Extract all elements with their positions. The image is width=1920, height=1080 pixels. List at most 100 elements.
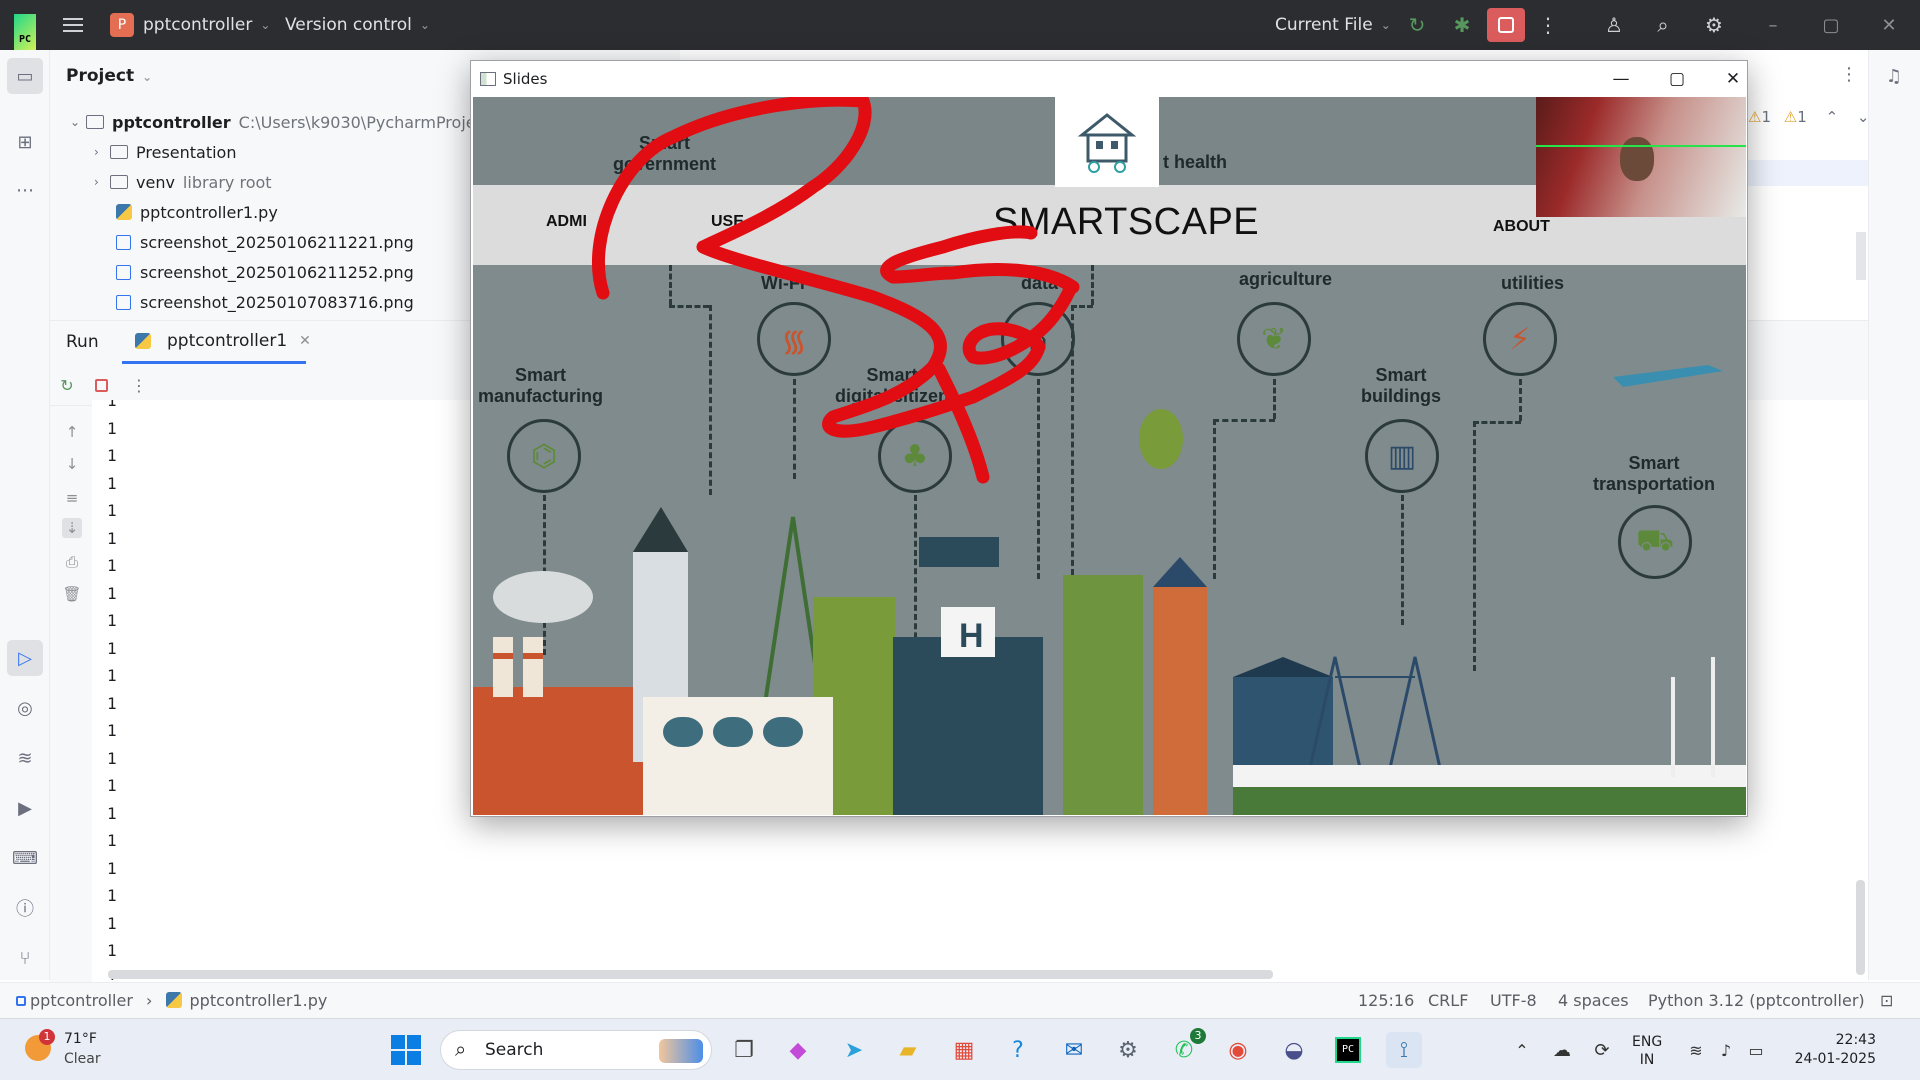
python-taskbar-icon[interactable]: ⟟ (1386, 1032, 1422, 1068)
tree-item-screenshot-3[interactable]: screenshot_20250107083716.png (116, 288, 414, 316)
tree-item-venv[interactable]: › venv library root (94, 168, 272, 196)
tree-item-screenshot-2[interactable]: screenshot_20250106211252.png (116, 258, 414, 286)
run-tool-icon[interactable]: ▷ (7, 640, 43, 676)
run-configuration-selector[interactable]: Current File ⌄ (1275, 0, 1391, 50)
project-switcher-label: pptcontroller (143, 15, 253, 35)
console-line: 1 (107, 913, 117, 933)
notifications-bell-icon[interactable]: ♫ (1882, 64, 1906, 88)
project-switcher[interactable]: pptcontroller ⌄ (143, 0, 270, 50)
arrow-down-icon[interactable]: ↓ (62, 454, 82, 474)
soft-wrap-icon[interactable]: ≡ (62, 488, 82, 508)
chevron-up-icon[interactable]: ⌃ (1826, 108, 1839, 126)
services-icon[interactable]: ▶ (13, 796, 37, 820)
tree-item-screenshot-1[interactable]: screenshot_20250106211221.png (116, 228, 414, 256)
console-line: 1 (107, 583, 117, 603)
restore-icon[interactable]: ▢ (1808, 0, 1854, 50)
battery-icon[interactable]: ▭ (1738, 1032, 1774, 1068)
chevron-up-icon[interactable]: ⌃ (1504, 1032, 1540, 1068)
close-tab-icon[interactable]: ✕ (299, 333, 311, 349)
console-line: 1 (107, 748, 117, 768)
lock-icon[interactable]: ⊡ (1880, 991, 1893, 1010)
python-console-icon[interactable]: ◎ (13, 696, 37, 720)
inspection-widget[interactable]: ⚠1 ⚠1 ⌃ ⌄ (1748, 108, 1870, 126)
project-panel-title[interactable]: Project ⌄ (66, 66, 152, 86)
rerun-icon[interactable]: ↻ (56, 374, 78, 396)
breadcrumb-project[interactable]: pptcontroller (30, 991, 133, 1010)
main-menu-icon[interactable] (60, 0, 86, 50)
search-icon[interactable]: ⌕ (1648, 0, 1678, 50)
eclipse-icon[interactable]: ◒ (1276, 1032, 1312, 1068)
breadcrumb-file[interactable]: pptcontroller1.py (190, 991, 328, 1010)
whatsapp-icon[interactable]: ✆ 3 (1166, 1028, 1206, 1068)
folder-icon (110, 175, 128, 189)
minimize-icon[interactable]: — (1601, 65, 1641, 93)
python-interpreter[interactable]: Python 3.12 (pptcontroller) (1648, 991, 1865, 1010)
git-branch-icon[interactable]: ⑂ (13, 946, 37, 970)
microsoft-store-icon[interactable]: ▦ (946, 1032, 982, 1068)
version-control-menu[interactable]: Version control ⌄ (285, 0, 430, 50)
windows-start-icon[interactable] (388, 1032, 424, 1068)
more-actions-icon[interactable]: ⋮ (128, 374, 150, 396)
tree-item-presentation[interactable]: › Presentation (94, 138, 236, 166)
taskbar-search[interactable]: ⌕ Search (440, 1030, 712, 1070)
copilot-icon[interactable]: ◆ (780, 1032, 816, 1068)
more-actions-icon[interactable]: ⋮ (1533, 0, 1563, 50)
horizontal-scrollbar[interactable] (108, 970, 1273, 979)
console-line: 1 (107, 400, 117, 410)
maximize-icon[interactable]: ▢ (1657, 65, 1697, 93)
weather-alert-badge: 1 (39, 1029, 55, 1045)
outlook-icon[interactable]: ✉ (1056, 1032, 1092, 1068)
editor-scrollbar[interactable] (1856, 232, 1866, 280)
close-icon[interactable]: ✕ (1713, 65, 1753, 93)
terminal-icon[interactable]: ⌨ (12, 846, 38, 870)
line-separator[interactable]: CRLF (1428, 991, 1468, 1010)
folder-icon (86, 115, 104, 129)
rerun-icon[interactable]: ↻ (1402, 0, 1432, 50)
add-user-icon[interactable]: ♙ (1599, 0, 1629, 50)
windows-logo-icon (391, 1035, 421, 1065)
problems-icon[interactable]: ⓘ (13, 896, 37, 920)
more-tools-icon[interactable]: ⋯ (13, 178, 37, 202)
weather-widget[interactable]: 1 71°F Clear (20, 1029, 140, 1071)
settings-gear-icon[interactable]: ⚙ (1110, 1032, 1146, 1068)
debug-icon[interactable]: ✱ (1447, 0, 1477, 50)
tree-item-label: screenshot_20250106211252.png (140, 262, 414, 282)
indent-setting[interactable]: 4 spaces (1558, 991, 1629, 1010)
folder-icon (110, 145, 128, 159)
structure-icon[interactable]: ⊞ (13, 130, 37, 154)
project-folder-icon[interactable]: ▭ (7, 58, 43, 94)
breadcrumb: pptcontroller › pptcontroller1.py (16, 991, 327, 1010)
more-options-icon[interactable]: ⋮ (1840, 64, 1858, 85)
file-encoding[interactable]: UTF-8 (1490, 991, 1537, 1010)
onedrive-cloud-icon[interactable]: ☁ (1544, 1032, 1580, 1068)
layers-icon[interactable]: ≋ (13, 746, 37, 770)
settings-gear-icon[interactable]: ⚙ (1699, 0, 1729, 50)
chrome-icon[interactable]: ◉ (1220, 1032, 1256, 1068)
console-line: 1 (107, 556, 117, 575)
file-explorer-icon[interactable]: ▰ (890, 1032, 926, 1068)
help-icon[interactable]: ? (1000, 1032, 1036, 1068)
tree-item-py-file[interactable]: pptcontroller1.py (116, 198, 278, 226)
minimize-icon[interactable]: – (1750, 0, 1796, 50)
tree-root-row[interactable]: ⌄ pptcontroller C:\Users\k9030\PycharmPr… (70, 108, 476, 136)
console-line: 1 (107, 776, 117, 795)
stop-icon[interactable] (90, 374, 112, 396)
language-indicator[interactable]: ENG IN (1632, 1033, 1662, 1069)
telegram-icon[interactable]: ➤ (836, 1032, 872, 1068)
stop-button[interactable] (1487, 8, 1525, 42)
slides-window-title: Slides (503, 70, 548, 88)
caret-position[interactable]: 125:16 (1358, 991, 1414, 1010)
trash-icon[interactable]: 🗑 (62, 584, 82, 604)
close-icon[interactable]: ✕ (1866, 0, 1912, 50)
clock[interactable]: 22:43 24-01-2025 (1780, 1031, 1876, 1069)
task-view-icon[interactable]: ❐ (726, 1032, 762, 1068)
pycharm-taskbar-icon[interactable]: PC (1330, 1032, 1366, 1068)
run-tab[interactable]: pptcontroller1 ✕ (135, 331, 311, 351)
sync-icon[interactable]: ⟳ (1584, 1032, 1620, 1068)
chevron-down-icon[interactable]: ⌄ (1857, 108, 1870, 126)
scroll-to-end-icon[interactable]: ⇣ (62, 518, 82, 538)
vertical-scrollbar[interactable] (1856, 880, 1865, 975)
print-icon[interactable]: ⎙ (62, 552, 82, 572)
arrow-up-icon[interactable]: ↑ (62, 422, 82, 442)
slide-canvas[interactable]: Smart government t health ADMI USE SMART… (473, 97, 1746, 815)
